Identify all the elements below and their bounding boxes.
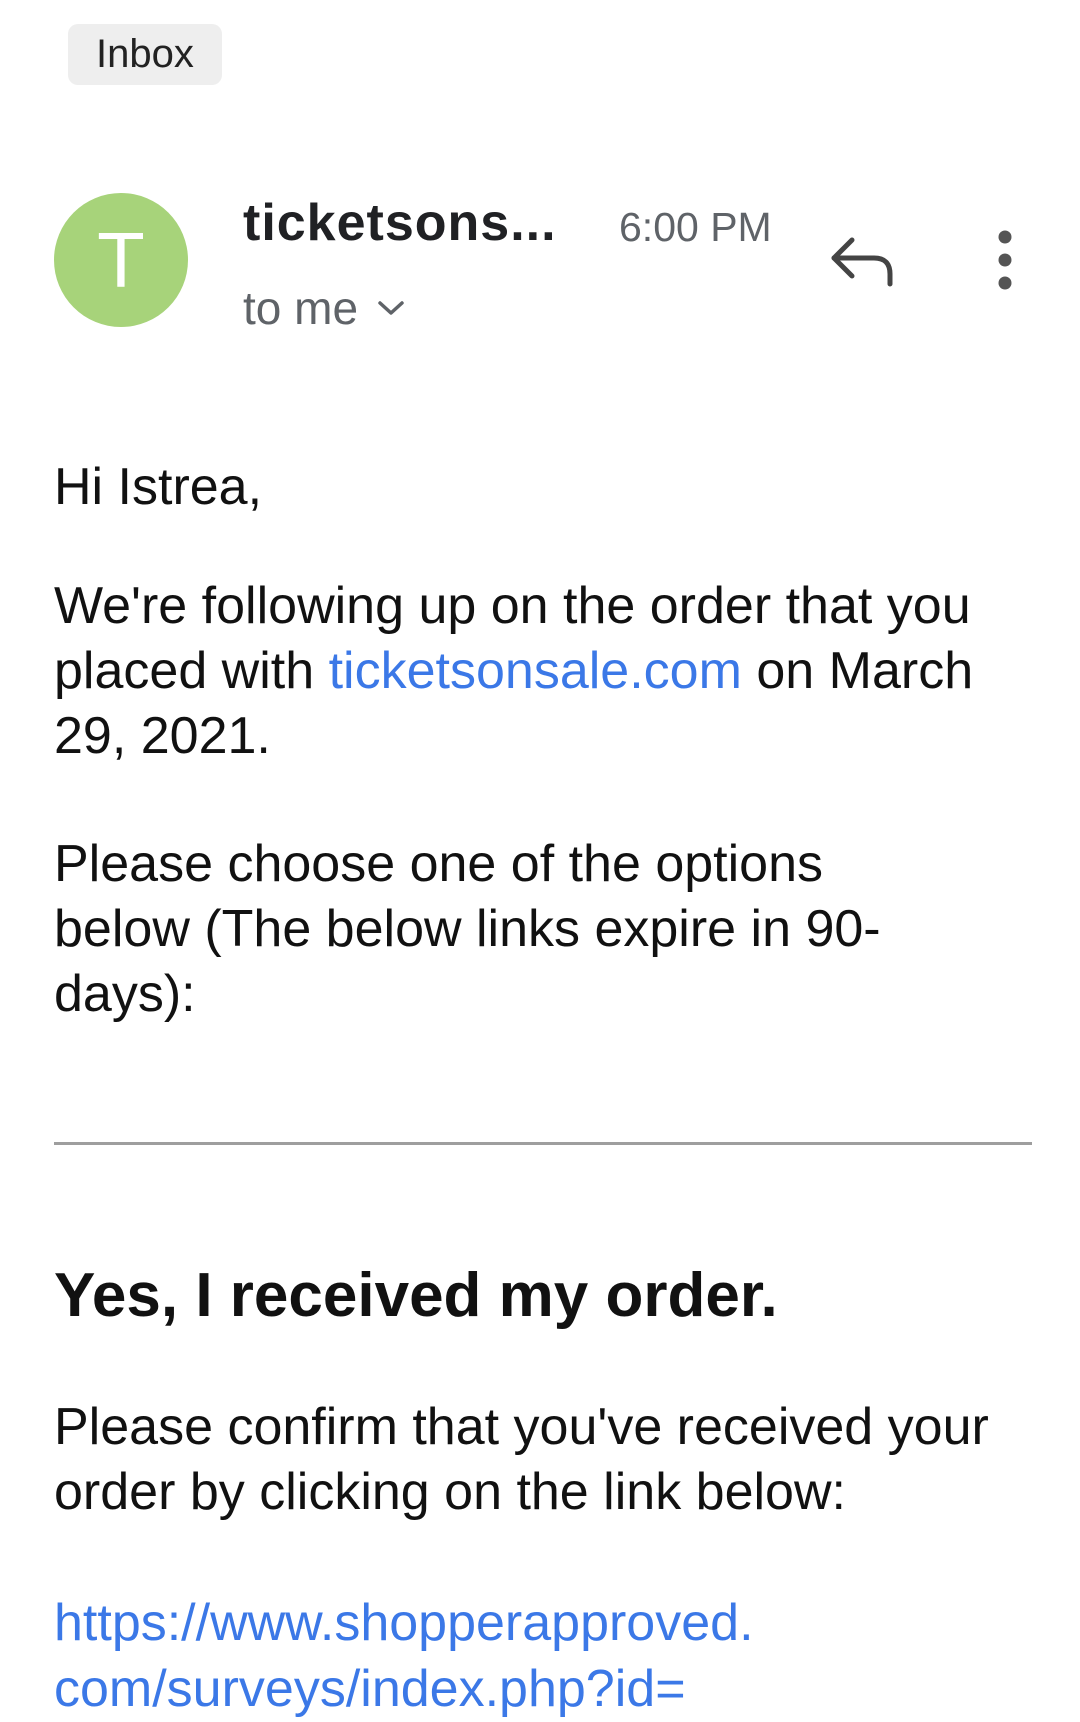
greeting-text: Hi Istrea, xyxy=(54,458,263,516)
followup-paragraph: We're following up on the order that you… xyxy=(54,574,1044,769)
sender-name[interactable]: ticketsons... xyxy=(243,193,557,253)
chevron-down-icon xyxy=(378,301,404,315)
sender-avatar[interactable]: T xyxy=(54,193,188,327)
more-options-button[interactable] xyxy=(975,228,1035,292)
survey-link-line2: com/surveys/index.php?id= xyxy=(54,1660,686,1718)
more-vertical-icon xyxy=(998,230,1012,290)
confirm-paragraph: Please confirm that you've received your… xyxy=(54,1398,989,1521)
survey-link[interactable]: https://www.shopperapproved. com/surveys… xyxy=(54,1590,1044,1722)
options-paragraph: Please choose one of the options below (… xyxy=(54,835,881,1023)
section-divider xyxy=(54,1142,1032,1145)
received-time: 6:00 PM xyxy=(619,204,772,250)
recipient-details-toggle[interactable]: to me xyxy=(243,281,406,335)
ticketsonsale-link[interactable]: ticketsonsale.com xyxy=(329,642,742,700)
survey-link-line1: https://www.shopperapproved. xyxy=(54,1594,754,1652)
inbox-label-text: Inbox xyxy=(96,32,194,76)
avatar-letter: T xyxy=(97,215,145,304)
reply-button[interactable] xyxy=(828,228,900,292)
inbox-label-chip[interactable]: Inbox xyxy=(68,24,222,85)
received-order-heading: Yes, I received my order. xyxy=(54,1261,778,1330)
reply-arrow-icon xyxy=(831,237,893,287)
recipient-text: to me xyxy=(243,282,359,334)
